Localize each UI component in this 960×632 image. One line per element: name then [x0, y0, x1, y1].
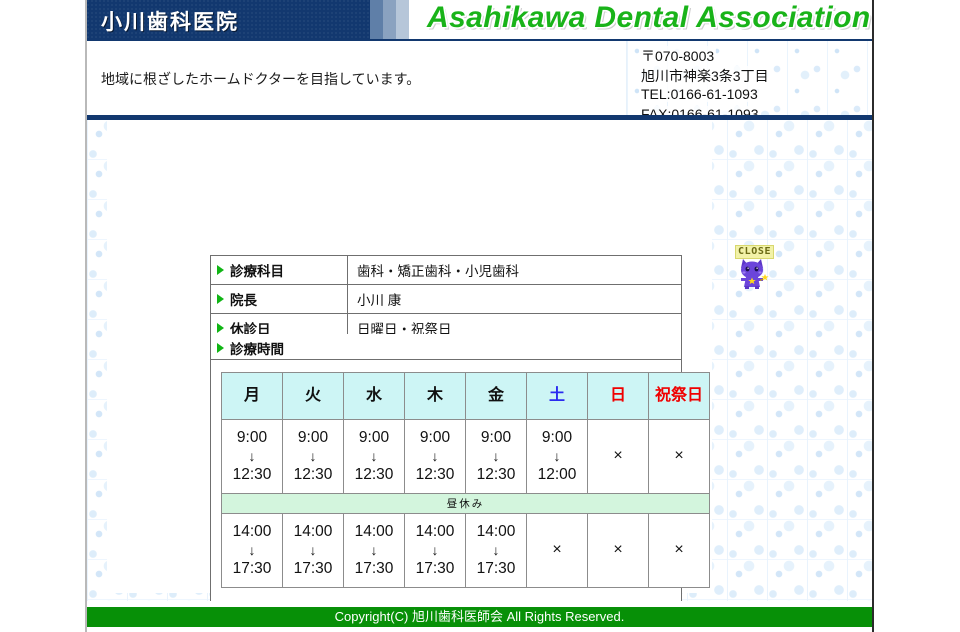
header-gradient-bar-3: [396, 0, 409, 41]
time-end: 12:30: [415, 466, 455, 484]
close-button[interactable]: CLOSE: [727, 245, 779, 295]
day-header-fri: 金: [465, 372, 527, 420]
time-start: 14:00: [415, 522, 455, 540]
info-value-cell: 小川 康: [347, 284, 682, 314]
address-line: 旭川市神楽3条3丁目: [639, 66, 771, 86]
morning-cell-mon: 9:00 ↓ 12:30: [221, 419, 283, 494]
morning-cell-wed: 9:00 ↓ 12:30: [343, 419, 405, 494]
time-end: 12:30: [354, 466, 394, 484]
morning-cell-sun: ×: [587, 419, 649, 494]
hours-section-title: 診療時間: [210, 334, 682, 360]
clinic-name-title: 小川歯科医院: [101, 11, 239, 34]
clinic-tagline: 地域に根ざしたホームドクターを目指しています。: [101, 71, 421, 87]
time-start: 14:00: [232, 522, 272, 540]
arrow-down-icon: ↓: [553, 447, 561, 464]
info-value-cell: 歯科・矯正歯科・小児歯科: [347, 255, 682, 285]
clinic-info-table-top: 診療科目 歯科・矯正歯科・小児歯科 院長 小川 康 休診日 日曜日・祝祭日: [210, 255, 682, 343]
lunch-break-row: 昼休み: [221, 493, 710, 514]
telephone-line: TEL:0166-61-1093: [639, 86, 760, 102]
day-header-sat: 土: [526, 372, 588, 420]
header-gradient-bar-1: [370, 0, 383, 41]
site-footer: Copyright(C) 旭川歯科医師会 All Rights Reserved…: [87, 601, 872, 632]
time-end: 12:30: [476, 466, 516, 484]
morning-cell-fri: 9:00 ↓ 12:30: [465, 419, 527, 494]
time-start: 14:00: [476, 522, 516, 540]
afternoon-hours-row: 14:00 ↓ 17:30 14:00 ↓ 17:30 14:00 ↓ 17:3…: [221, 513, 710, 588]
afternoon-cell-tue: 14:00 ↓ 17:30: [282, 513, 344, 588]
time-start: 9:00: [419, 428, 451, 446]
main-content: CLOSE 診療科目 歯科・矯正歯科・小児歯科 院長 小川 康 休診日 日曜日・…: [87, 120, 872, 632]
postal-code-line: 〒070-8003: [639, 46, 717, 66]
day-header-mon: 月: [221, 372, 283, 420]
arrow-down-icon: ↓: [370, 447, 378, 464]
document-frame: 小川歯科医院 Asahikawa Dental Association 地域に根…: [85, 0, 874, 632]
header-gradient-bar-2: [383, 0, 396, 41]
time-end: 17:30: [293, 560, 333, 578]
time-end: 17:30: [232, 560, 272, 578]
afternoon-cell-holiday: ×: [648, 513, 710, 588]
time-end: 17:30: [354, 560, 394, 578]
time-start: 9:00: [541, 428, 573, 446]
afternoon-cell-mon: 14:00 ↓ 17:30: [221, 513, 283, 588]
arrow-down-icon: ↓: [309, 447, 317, 464]
time-end: 12:30: [293, 466, 333, 484]
arrow-down-icon: ↓: [309, 541, 317, 558]
day-header-sun: 日: [587, 372, 649, 420]
afternoon-cell-sat: ×: [526, 513, 588, 588]
lunch-break-label: 昼休み: [221, 493, 710, 514]
day-header-tue: 火: [282, 372, 344, 420]
arrow-down-icon: ↓: [492, 447, 500, 464]
morning-cell-tue: 9:00 ↓ 12:30: [282, 419, 344, 494]
afternoon-cell-thu: 14:00 ↓ 17:30: [404, 513, 466, 588]
bullet-triangle-icon: [217, 343, 224, 353]
copyright-text: Copyright(C) 旭川歯科医師会 All Rights Reserved…: [87, 607, 872, 627]
morning-cell-holiday: ×: [648, 419, 710, 494]
schedule-header-row: 月 火 水 木 金 土 日 祝祭日: [221, 372, 710, 420]
arrow-down-icon: ↓: [492, 541, 500, 558]
info-key-label: 院長: [230, 293, 257, 308]
intro-band: 地域に根ざしたホームドクターを目指しています。 〒070-8003 旭川市神楽3…: [87, 41, 872, 122]
time-start: 9:00: [358, 428, 390, 446]
table-row: 診療科目 歯科・矯正歯科・小児歯科: [210, 255, 682, 285]
day-header-holiday: 祝祭日: [648, 372, 710, 420]
time-end: 12:00: [537, 466, 577, 484]
info-key-cell: 院長: [210, 284, 348, 314]
arrow-down-icon: ↓: [248, 447, 256, 464]
afternoon-cell-wed: 14:00 ↓ 17:30: [343, 513, 405, 588]
table-row: 院長 小川 康: [210, 284, 682, 314]
afternoon-cell-sun: ×: [587, 513, 649, 588]
time-start: 14:00: [293, 522, 333, 540]
association-title: Asahikawa Dental Association: [427, 1, 871, 34]
day-header-thu: 木: [404, 372, 466, 420]
bullet-triangle-icon: [217, 323, 224, 333]
site-header: 小川歯科医院 Asahikawa Dental Association: [87, 0, 872, 41]
morning-hours-row: 9:00 ↓ 12:30 9:00 ↓ 12:30 9:00 ↓ 12:30 9…: [221, 419, 710, 494]
time-end: 12:30: [232, 466, 272, 484]
contact-info-block: 〒070-8003 旭川市神楽3条3丁目 TEL:0166-61-1093 FA…: [627, 41, 872, 122]
schedule-panel: 月 火 水 木 金 土 日 祝祭日 9:00 ↓ 12:30 9:00 ↓ 12…: [210, 360, 710, 610]
morning-cell-thu: 9:00 ↓ 12:30: [404, 419, 466, 494]
bullet-triangle-icon: [217, 294, 224, 304]
arrow-down-icon: ↓: [431, 447, 439, 464]
arrow-down-icon: ↓: [370, 541, 378, 558]
time-start: 9:00: [236, 428, 268, 446]
info-key-label: 診療科目: [230, 264, 284, 279]
time-start: 14:00: [354, 522, 394, 540]
hours-title-label: 診療時間: [230, 342, 284, 357]
day-header-wed: 水: [343, 372, 405, 420]
morning-cell-sat: 9:00 ↓ 12:00: [526, 419, 588, 494]
arrow-down-icon: ↓: [248, 541, 256, 558]
opening-hours-table: 月 火 水 木 金 土 日 祝祭日 9:00 ↓ 12:30 9:00 ↓ 12…: [221, 372, 710, 588]
arrow-down-icon: ↓: [431, 541, 439, 558]
page-root: 小川歯科医院 Asahikawa Dental Association 地域に根…: [0, 0, 960, 632]
time-end: 17:30: [476, 560, 516, 578]
time-start: 9:00: [297, 428, 329, 446]
info-key-cell: 診療科目: [210, 255, 348, 285]
purple-cat-character-icon: [741, 259, 769, 289]
time-end: 17:30: [415, 560, 455, 578]
time-start: 9:00: [480, 428, 512, 446]
afternoon-cell-fri: 14:00 ↓ 17:30: [465, 513, 527, 588]
bullet-triangle-icon: [217, 265, 224, 275]
